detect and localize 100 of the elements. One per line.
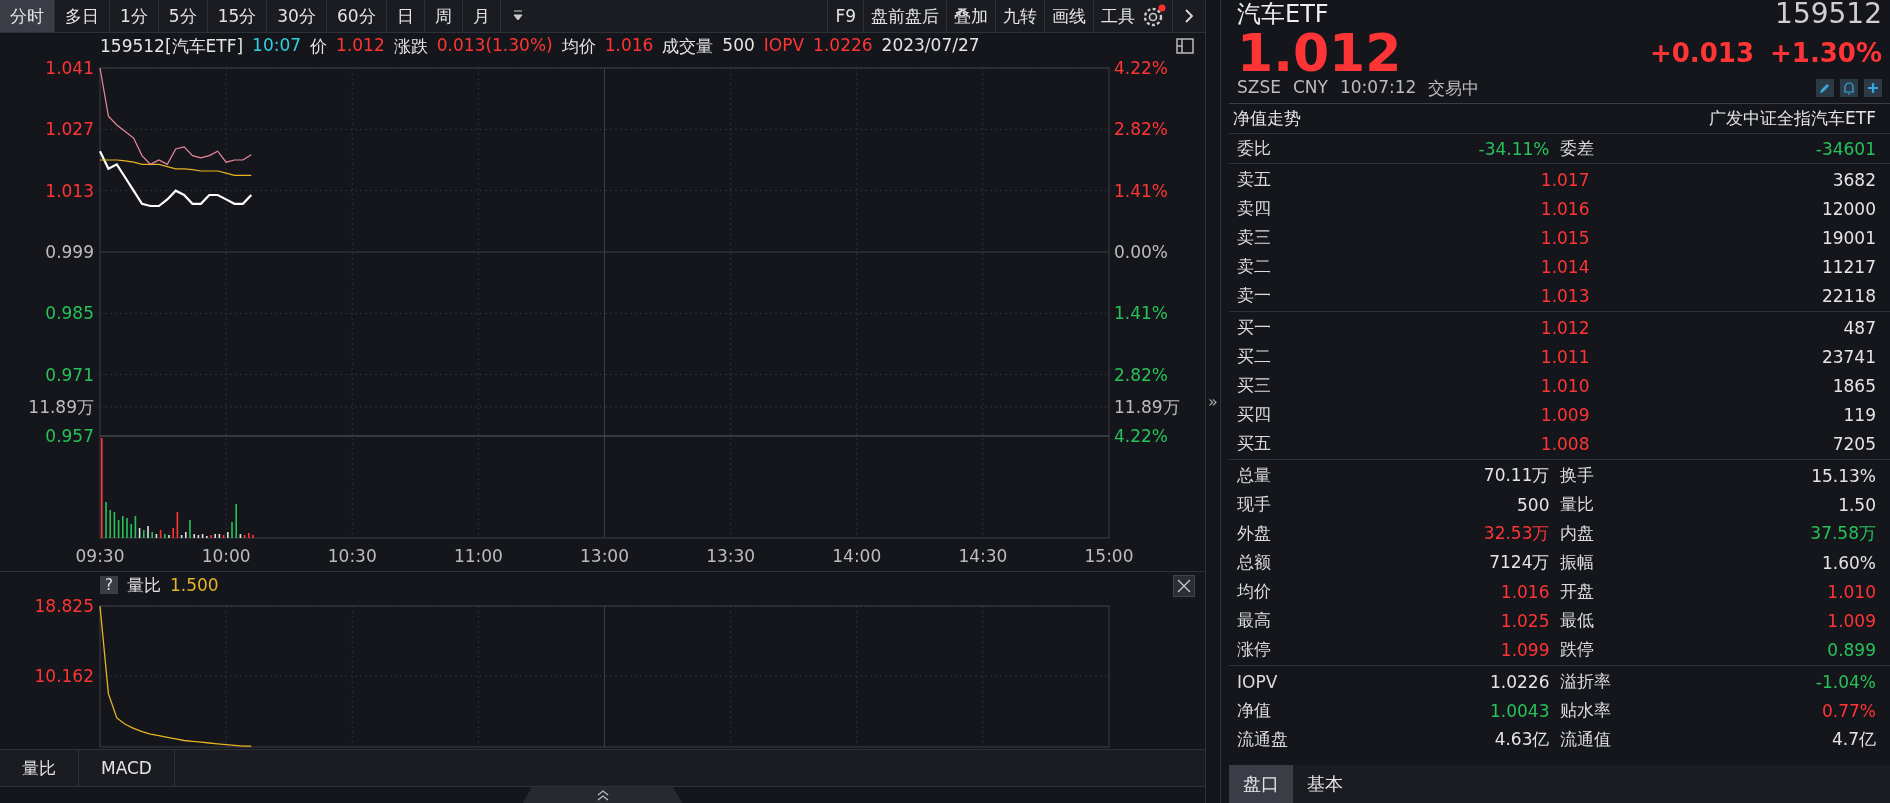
- field-value: 32.53万: [1482, 522, 1550, 545]
- period-tab[interactable]: 周: [424, 0, 463, 32]
- axis-label: 11.89万: [1114, 397, 1180, 417]
- settings-icon[interactable]: [1142, 4, 1166, 28]
- field-value: -34601: [1814, 138, 1876, 159]
- field-value: 1.60%: [1821, 552, 1876, 573]
- field-value: 1.016: [1499, 581, 1550, 602]
- help-button[interactable]: ?: [100, 576, 118, 594]
- field-label: 最高: [1236, 609, 1272, 632]
- field-label: 委比: [1236, 137, 1272, 160]
- panel-tab[interactable]: 基本: [1293, 765, 1357, 803]
- chart-header-text: 500: [722, 34, 755, 57]
- axis-label: 4.22%: [1114, 59, 1168, 78]
- ask-price: 1.013: [1539, 285, 1590, 306]
- chart-header-text: 1.016: [604, 34, 654, 57]
- bid-level: 买二: [1236, 345, 1272, 368]
- bid-volume: 1865: [1831, 375, 1876, 396]
- bid-volume: 23741: [1820, 346, 1876, 367]
- bell-icon[interactable]: [1840, 79, 1858, 97]
- bid-level: 买四: [1236, 403, 1272, 426]
- period-tab[interactable]: 分时: [0, 0, 55, 32]
- period-tab[interactable]: 日: [386, 0, 425, 32]
- ask-volume: 11217: [1820, 256, 1876, 277]
- chart-header-text: 价: [310, 34, 328, 58]
- field-value: 37.58万: [1809, 522, 1876, 545]
- toolbar-button[interactable]: 盘前盘后: [863, 0, 946, 32]
- toolbar-button[interactable]: 工具: [1093, 0, 1142, 32]
- bid-price: 1.009: [1539, 404, 1590, 425]
- indicator-tab[interactable]: MACD: [79, 750, 175, 786]
- axis-label: 0.971: [45, 364, 94, 385]
- panel-tab[interactable]: 盘口: [1229, 765, 1293, 803]
- chart-header-text: 0.013(1.30%): [436, 34, 553, 57]
- axis-label: 14:30: [958, 546, 1008, 566]
- axis-label: 4.22%: [1114, 426, 1168, 446]
- toolbar-button[interactable]: 画线: [1044, 0, 1093, 32]
- axis-label: 11:00: [453, 546, 503, 566]
- bid-volume: 119: [1842, 404, 1876, 425]
- toolbar-button[interactable]: 九转: [995, 0, 1044, 32]
- period-tab[interactable]: 60分: [326, 0, 387, 32]
- field-value: -34.11%: [1477, 138, 1550, 159]
- axis-label: 1.041: [45, 59, 94, 78]
- field-label: 最低: [1558, 609, 1595, 632]
- ask-level: 卖四: [1236, 197, 1272, 220]
- dropdown-icon[interactable]: [510, 9, 525, 23]
- axis-label: 13:00: [580, 546, 629, 566]
- field-value: -1.04%: [1814, 671, 1876, 692]
- close-icon[interactable]: [1173, 575, 1195, 597]
- security-code: 159512: [1775, 0, 1882, 30]
- field-value: 1.099: [1499, 639, 1550, 660]
- axis-label: 10:00: [201, 546, 251, 566]
- collapse-handle[interactable]: »: [1208, 392, 1218, 411]
- add-icon[interactable]: [1864, 79, 1882, 97]
- axis-label: 1.013: [45, 180, 94, 201]
- field-value: 4.63亿: [1493, 728, 1550, 751]
- field-label: 振幅: [1558, 551, 1595, 574]
- pencil-icon[interactable]: [1816, 79, 1834, 97]
- indicator-tab[interactable]: 量比: [0, 750, 79, 786]
- section-title[interactable]: 净值走势: [1233, 107, 1301, 130]
- axis-label: 2.82%: [1114, 119, 1168, 140]
- field-label: 现手: [1236, 493, 1272, 516]
- currency-text: CNY: [1293, 76, 1328, 99]
- axis-label: 2.82%: [1114, 364, 1168, 385]
- layout-icon[interactable]: [1175, 36, 1195, 56]
- period-tab[interactable]: 月: [462, 0, 501, 32]
- period-tab[interactable]: 1分: [110, 0, 159, 32]
- axis-label: 10.162: [34, 666, 94, 687]
- toolbar-button[interactable]: 叠加: [946, 0, 995, 32]
- ask-volume: 3682: [1831, 169, 1876, 190]
- security-name: 汽车ETF: [1237, 0, 1329, 30]
- period-tab[interactable]: 多日: [55, 0, 110, 32]
- double-chevron-up-icon: [595, 789, 610, 801]
- chart-header-text: 2023/07/27: [881, 34, 980, 57]
- change-percent: +1.30%: [1770, 38, 1882, 68]
- bid-volume: 487: [1842, 317, 1876, 338]
- field-label: 溢折率: [1558, 670, 1612, 693]
- axis-label: 1.027: [45, 119, 94, 140]
- period-tab[interactable]: 5分: [158, 0, 208, 32]
- bid-price: 1.010: [1539, 375, 1590, 396]
- chart-header-text: 1.012: [336, 34, 385, 57]
- chart-header-text: 159512[汽车ETF]: [100, 34, 244, 58]
- toolbar-button[interactable]: F9: [827, 0, 863, 32]
- ask-level: 卖二: [1236, 255, 1272, 278]
- field-value: 1.50: [1837, 494, 1876, 515]
- field-label: 换手: [1558, 464, 1595, 487]
- bid-level: 买三: [1236, 374, 1272, 397]
- axis-label: 0.00%: [1114, 242, 1168, 262]
- chart-header-text: 成交量: [662, 34, 714, 58]
- field-value: 1.025: [1499, 610, 1550, 631]
- field-label: 总额: [1236, 551, 1272, 574]
- bid-price: 1.011: [1539, 346, 1590, 367]
- field-label: 贴水率: [1558, 699, 1612, 722]
- period-tab[interactable]: 15分: [207, 0, 268, 32]
- chart-header-text: 10:07: [252, 34, 302, 57]
- axis-label: 09:30: [75, 546, 125, 566]
- ask-volume: 12000: [1820, 198, 1876, 219]
- field-value: 15.13%: [1810, 465, 1876, 486]
- field-label: 总量: [1236, 464, 1272, 487]
- quote-time: 10:07:12: [1339, 76, 1417, 99]
- period-tab[interactable]: 30分: [267, 0, 327, 32]
- field-value: 0.899: [1826, 639, 1876, 660]
